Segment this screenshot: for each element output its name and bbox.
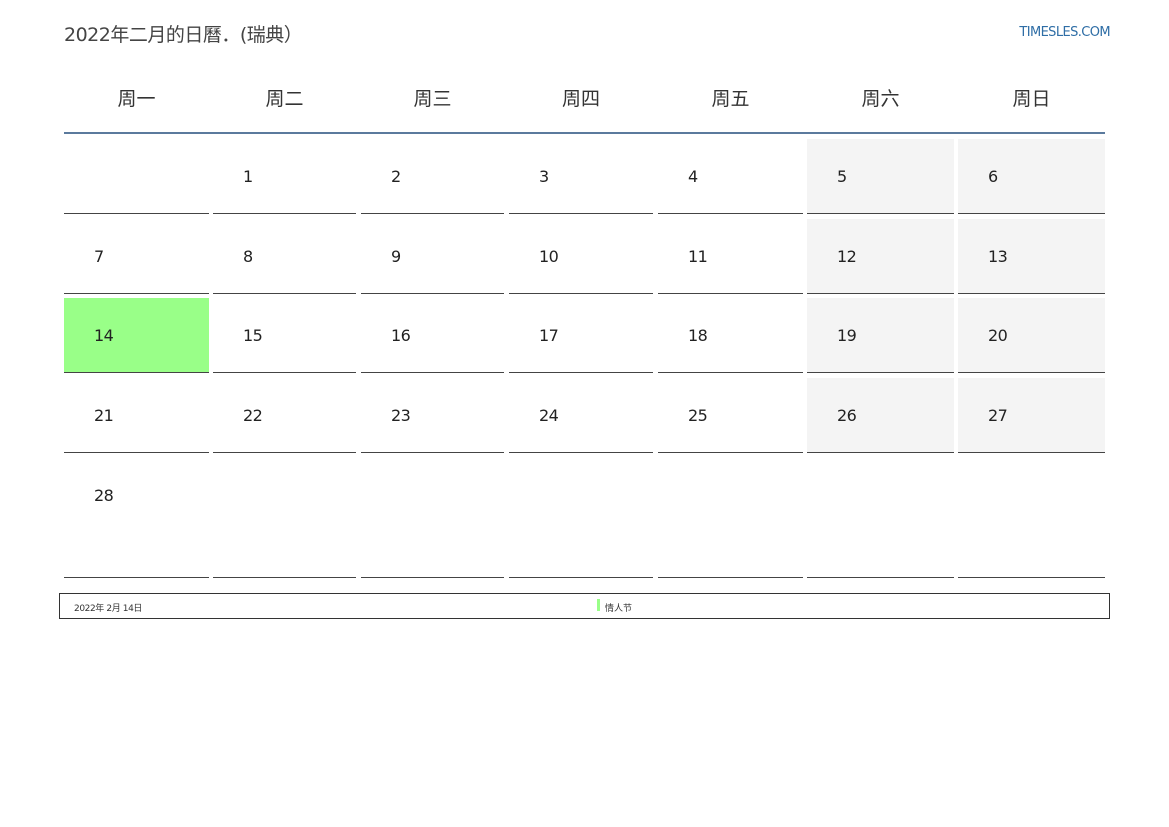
day-number: 22	[243, 406, 263, 425]
event-color-marker	[597, 599, 600, 611]
day-number: 11	[688, 247, 708, 266]
day-cell[interactable]: 4	[658, 139, 803, 214]
day-number: 3	[539, 167, 549, 186]
day-cell[interactable]: 19	[807, 298, 954, 373]
day-cell[interactable]: 1	[213, 139, 356, 214]
day-number: 7	[94, 247, 104, 266]
day-cell[interactable]: 22	[213, 378, 356, 453]
empty-day-cell	[509, 458, 653, 578]
day-number: 13	[988, 247, 1008, 266]
day-number: 19	[837, 326, 857, 345]
day-number: 20	[988, 326, 1008, 345]
day-number: 1	[243, 167, 253, 186]
event-date: 2022年 2月 14日	[74, 604, 143, 614]
day-cell[interactable]: 15	[213, 298, 356, 373]
day-cell[interactable]: 24	[509, 378, 653, 453]
day-cell[interactable]: 28	[64, 458, 209, 578]
day-number: 28	[94, 486, 114, 505]
day-number: 10	[539, 247, 559, 266]
day-number: 9	[391, 247, 401, 266]
day-number: 27	[988, 406, 1008, 425]
day-number: 23	[391, 406, 411, 425]
day-cell[interactable]: 10	[509, 219, 653, 294]
day-cell[interactable]: 23	[361, 378, 504, 453]
day-number: 4	[688, 167, 698, 186]
day-number: 25	[688, 406, 708, 425]
day-cell[interactable]: 14	[64, 298, 209, 373]
day-cell[interactable]: 13	[958, 219, 1105, 294]
day-number: 15	[243, 326, 263, 345]
empty-day-cell	[658, 458, 803, 578]
day-cell[interactable]: 16	[361, 298, 504, 373]
day-cell[interactable]: 21	[64, 378, 209, 453]
day-number: 16	[391, 326, 411, 345]
day-cell[interactable]: 2	[361, 139, 504, 214]
day-cell[interactable]: 25	[658, 378, 803, 453]
day-number: 24	[539, 406, 559, 425]
day-number: 14	[94, 326, 114, 345]
day-cell[interactable]: 9	[361, 219, 504, 294]
event-name: 情人节	[605, 604, 633, 614]
day-cell[interactable]: 27	[958, 378, 1105, 453]
day-cell[interactable]: 20	[958, 298, 1105, 373]
day-number: 8	[243, 247, 253, 266]
events-list: 2022年 2月 14日 情人节	[59, 593, 1110, 619]
day-number: 2	[391, 167, 401, 186]
day-cell[interactable]: 3	[509, 139, 653, 214]
day-number: 17	[539, 326, 559, 345]
day-cell[interactable]: 18	[658, 298, 803, 373]
day-cell[interactable]: 26	[807, 378, 954, 453]
day-cell[interactable]: 7	[64, 219, 209, 294]
day-number: 26	[837, 406, 857, 425]
day-cell[interactable]: 11	[658, 219, 803, 294]
empty-day-cell	[807, 458, 954, 578]
calendar-page: 2022年二月的日曆．(瑞典） TIMESLES.COM 周一 周二 周三 周四…	[0, 0, 1169, 827]
day-number: 6	[988, 167, 998, 186]
empty-day-cell	[958, 458, 1105, 578]
day-number: 18	[688, 326, 708, 345]
day-cell[interactable]: 6	[958, 139, 1105, 214]
empty-day-cell	[64, 139, 209, 214]
empty-day-cell	[361, 458, 504, 578]
day-number: 21	[94, 406, 114, 425]
day-cell[interactable]: 5	[807, 139, 954, 214]
day-cell[interactable]: 12	[807, 219, 954, 294]
day-cell[interactable]: 8	[213, 219, 356, 294]
day-number: 12	[837, 247, 857, 266]
empty-day-cell	[213, 458, 356, 578]
calendar-grid: 1 2 3 4 5 6 7 8 9 10 11 12 13 14 15 16 17 18 19 20 21 22 23 24 2…	[0, 0, 1169, 600]
day-cell[interactable]: 17	[509, 298, 653, 373]
day-number: 5	[837, 167, 847, 186]
